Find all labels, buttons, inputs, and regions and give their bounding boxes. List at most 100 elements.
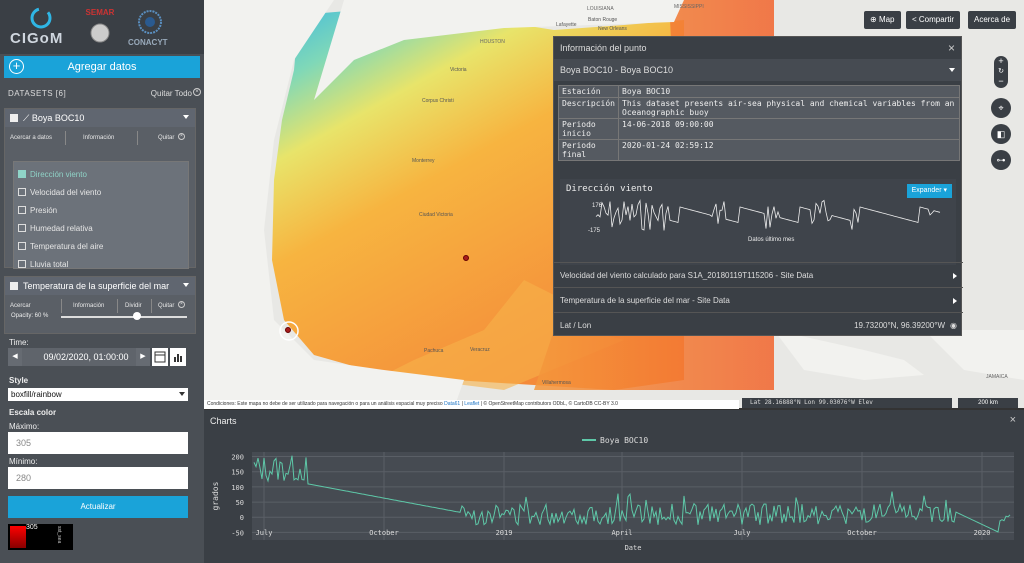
max-input[interactable]: 305	[8, 432, 188, 454]
conacyt-logo: CONACYT	[128, 8, 172, 48]
next-time-button[interactable]: ▶	[136, 348, 150, 366]
chevron-down-icon[interactable]	[183, 115, 189, 119]
buoy-marker[interactable]	[463, 255, 469, 261]
variable-option[interactable]: Dirección viento	[18, 170, 87, 179]
legend-max-value: 305	[26, 524, 38, 531]
remove-all-link[interactable]: Quitar Todo	[151, 89, 192, 98]
semar-logo: SEMAR	[80, 8, 120, 48]
chart-area[interactable]: 200 150 100 50 0 -50 July October 2019 April July O…	[204, 432, 1024, 563]
divider	[61, 299, 62, 313]
time-control: ◀ 09/02/2020, 01:00:00 ▶	[8, 348, 188, 366]
plus-icon: +	[9, 59, 24, 74]
leaflet-link[interactable]: Leaflet	[464, 401, 479, 407]
variable-checkbox[interactable]	[18, 224, 26, 232]
location-pin-icon[interactable]: ◉	[950, 321, 957, 330]
dataset-name: ⟋ Boya BOC10	[23, 113, 85, 123]
map-place-label: Pachuca	[424, 348, 444, 354]
zoom-to-data-button[interactable]: Acercar a datos	[10, 135, 52, 141]
min-input[interactable]: 280	[8, 467, 188, 489]
dataset-header-boya[interactable]: ⟋ Boya BOC10	[5, 109, 195, 127]
variable-option[interactable]: Humedad relativa	[18, 224, 93, 233]
dataset-header-sst[interactable]: Temperatura de la superficie del mar	[5, 277, 195, 295]
remove-button[interactable]: Quitar	[158, 135, 174, 141]
locate-icon[interactable]: ⌖	[991, 98, 1011, 118]
map-button-label: Map	[878, 15, 895, 24]
map-place-label: Veracruz	[470, 347, 490, 353]
zoom-in-button[interactable]: +	[994, 56, 1008, 67]
divider	[65, 131, 66, 145]
logo-bar: CIGoM SEMAR CONACYT	[0, 0, 204, 54]
metadata-row: Descripción This dataset presents air-sea…	[558, 97, 960, 119]
divider	[137, 131, 138, 145]
opacity-slider-handle[interactable]	[132, 312, 141, 320]
info-row-latlon: Lat / Lon 19.73200°N, 96.39200°W ◉	[554, 312, 963, 337]
map-place-label: Villahermosa	[542, 380, 571, 386]
animate-chart-icon[interactable]	[170, 348, 186, 366]
opacity-slider[interactable]	[61, 316, 187, 318]
variable-checkbox[interactable]	[18, 170, 26, 178]
zoom-button[interactable]: Acercar	[10, 303, 31, 309]
about-button[interactable]: Acerca de	[968, 11, 1017, 29]
dataset-visible-checkbox[interactable]	[10, 282, 18, 290]
chevron-down-icon[interactable]	[183, 283, 189, 287]
variable-label: Humedad relativa	[30, 224, 93, 233]
variable-checkbox[interactable]	[18, 242, 26, 250]
close-icon[interactable]: ×	[948, 41, 955, 55]
charts-title: Charts	[210, 416, 237, 426]
map-place-label: JAMAICA	[986, 374, 1008, 380]
data61-link[interactable]: Data61	[444, 401, 460, 407]
map-button[interactable]: ⊕ Map	[864, 11, 901, 29]
info-button[interactable]: Información	[83, 135, 114, 141]
crosshair-icon	[279, 321, 299, 341]
update-button[interactable]: Actualizar	[8, 496, 188, 518]
variable-label: Velocidad del viento	[30, 188, 102, 197]
about-button-label: Acerca de	[974, 15, 1011, 24]
split-button[interactable]: Dividir	[125, 303, 142, 309]
station-metadata-table: Estación Boya BOC10 Descripción This datase…	[558, 85, 960, 161]
dataset-panel-boya: ⟋ Boya BOC10 Acercar a datos Información…	[4, 108, 196, 269]
share-button[interactable]: < Compartir	[906, 11, 961, 29]
variable-checkbox[interactable]	[18, 260, 26, 268]
prev-time-button[interactable]: ◀	[8, 348, 22, 366]
close-icon[interactable]: ×	[1010, 414, 1016, 426]
metadata-key: Periodo inicio	[558, 118, 619, 140]
map-place-label: New Orleans	[598, 26, 627, 32]
calendar-icon[interactable]	[152, 348, 168, 366]
variable-option[interactable]: Temperatura del aire	[18, 242, 103, 251]
y-tick-label: 50	[236, 499, 244, 507]
metadata-row: Periodo final 2020-01-24 02:59:12	[558, 139, 960, 161]
dataset-visible-checkbox[interactable]	[10, 114, 18, 122]
x-tick-label: July	[256, 529, 273, 537]
map-place-label: MISSISSIPPI	[674, 4, 704, 10]
style-select[interactable]: boxfill/rainbow	[8, 388, 188, 401]
zoom-out-button[interactable]: −	[994, 77, 1008, 88]
add-data-button[interactable]: + Agregar datos	[4, 56, 200, 78]
measure-icon[interactable]: ⊶	[991, 150, 1011, 170]
opacity-label: Opacity: 60 %	[11, 313, 49, 319]
variable-list: Dirección viento Velocidad del viento Pres…	[13, 161, 189, 269]
compare-icon[interactable]: ◧	[991, 124, 1011, 144]
remove-all-icon[interactable]: ×	[193, 88, 201, 96]
time-value[interactable]: 09/02/2020, 01:00:00	[22, 348, 150, 366]
share-icon: <	[912, 15, 917, 24]
style-select-value: boxfill/rainbow	[11, 390, 62, 399]
variable-checkbox[interactable]	[18, 206, 26, 214]
metadata-value: Boya BOC10	[618, 85, 960, 98]
info-row-sst[interactable]: Temperatura de la superficie del mar - S…	[554, 287, 963, 312]
variable-option[interactable]: Lluvia total	[18, 260, 68, 269]
remove-button[interactable]: Quitar	[158, 303, 174, 309]
info-dataset-selector[interactable]: Boya BOC10 - Boya BOC10	[554, 59, 961, 81]
remove-icon[interactable]: ×	[178, 301, 185, 308]
info-button[interactable]: Información	[73, 303, 104, 309]
variable-checkbox[interactable]	[18, 188, 26, 196]
color-scale-label: Escala color	[9, 408, 57, 417]
y-tick-label: 150	[231, 469, 244, 477]
variable-option[interactable]: Presión	[18, 206, 57, 215]
x-tick-label: April	[611, 529, 632, 537]
sparkline-chart	[595, 199, 941, 231]
info-row-wind-speed[interactable]: Velocidad del viento calculado para S1A_…	[554, 262, 963, 287]
color-legend: 305 sst_sea	[8, 524, 73, 550]
variable-option[interactable]: Velocidad del viento	[18, 188, 102, 197]
remove-icon[interactable]: ×	[178, 133, 185, 140]
map-place-label: HOUSTON	[480, 39, 505, 45]
